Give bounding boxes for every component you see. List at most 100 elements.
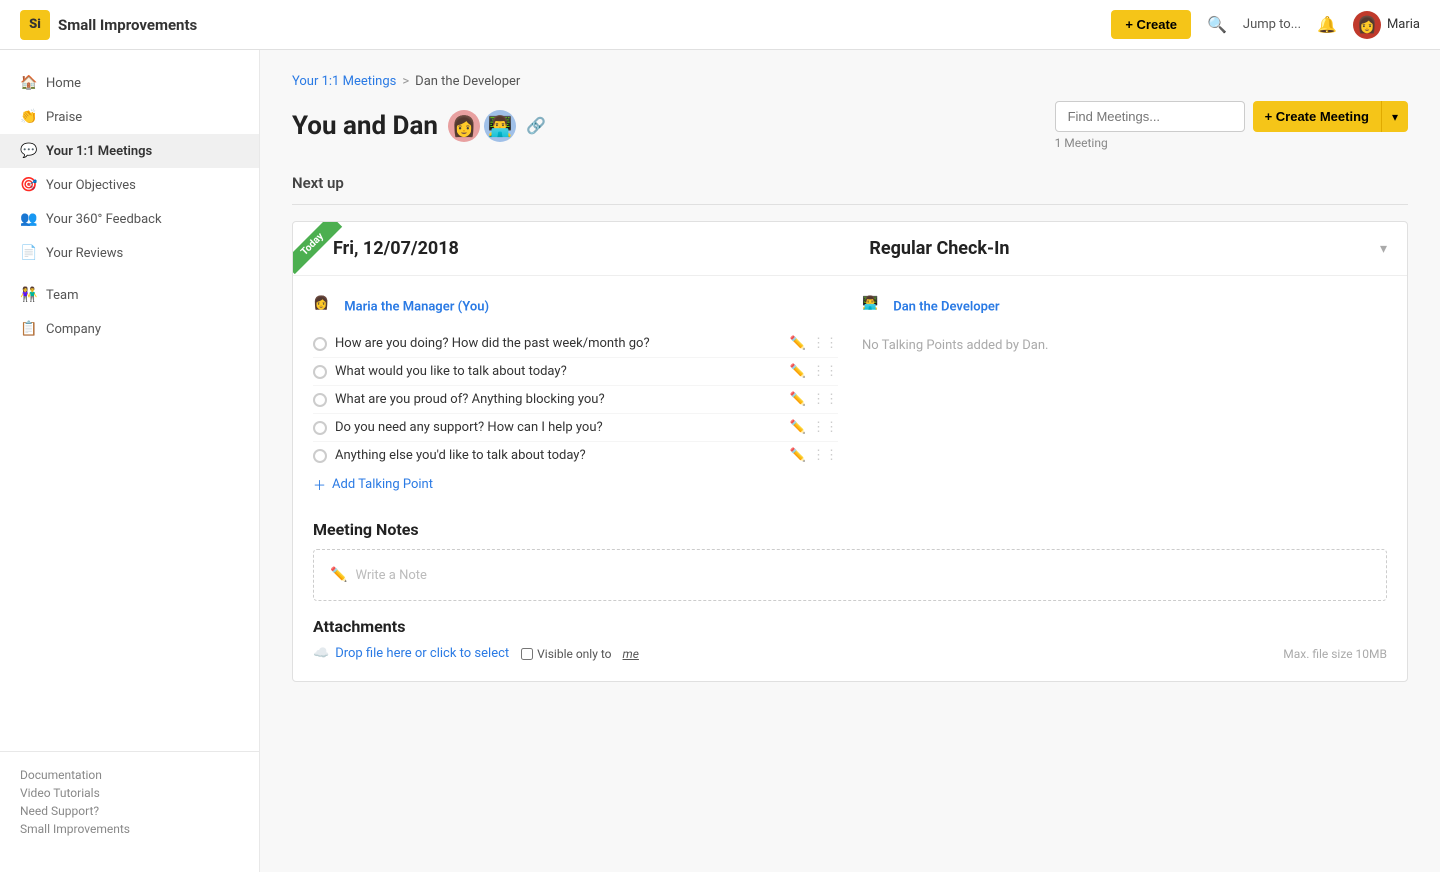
tp-checkbox-5[interactable] — [313, 449, 327, 463]
user-menu[interactable]: 👩 Maria — [1353, 11, 1420, 39]
tp-edit-5[interactable]: ✏️ — [790, 448, 806, 463]
meeting-notes-section: Meeting Notes ✏️ Write a Note — [313, 520, 1387, 601]
tp-checkbox-1[interactable] — [313, 337, 327, 351]
sidebar-item-praise[interactable]: 👏 Praise — [0, 100, 259, 134]
tp-avatar-dan: 👨‍💻 — [862, 296, 884, 318]
tp-actions-2: ✏️ ⋮⋮ — [790, 364, 838, 379]
meeting-count: 1 Meeting — [1055, 136, 1108, 150]
tp-col-right: 👨‍💻 Dan the Developer No Talking Points … — [862, 296, 1387, 500]
sidebar-item-team[interactable]: 👫 Team — [0, 278, 259, 312]
feedback-icon: 👥 — [20, 211, 36, 227]
app-name: Small Improvements — [58, 16, 197, 34]
notifications-icon[interactable]: 🔔 — [1317, 15, 1337, 34]
tp-edit-3[interactable]: ✏️ — [790, 392, 806, 407]
file-size-info: Max. file size 10MB — [1283, 647, 1387, 661]
sidebar-footer: Documentation Video Tutorials Need Suppo… — [0, 751, 259, 856]
sidebar-nav: 🏠 Home 👏 Praise 💬 Your 1:1 Meetings 🎯 Yo… — [0, 66, 259, 751]
logo-icon: Si — [20, 10, 50, 40]
breadcrumb-parent[interactable]: Your 1:1 Meetings — [292, 74, 396, 89]
meeting-chevron[interactable]: ▾ — [1380, 241, 1387, 257]
upload-icon: ☁️ — [313, 646, 329, 661]
footer-documentation[interactable]: Documentation — [20, 768, 239, 782]
search-icon[interactable]: 🔍 — [1207, 15, 1227, 34]
tp-actions-5: ✏️ ⋮⋮ — [790, 448, 838, 463]
tp-drag-1[interactable]: ⋮⋮ — [812, 336, 838, 351]
today-label: Today — [293, 222, 342, 274]
meeting-type: Regular Check-In — [869, 238, 1009, 259]
tp-edit-2[interactable]: ✏️ — [790, 364, 806, 379]
create-button[interactable]: + Create — [1111, 10, 1191, 39]
tp-drag-4[interactable]: ⋮⋮ — [812, 420, 838, 435]
company-icon: 📋 — [20, 321, 36, 337]
create-meeting-button-group: + Create Meeting ▾ — [1253, 101, 1408, 132]
tp-text-5: Anything else you'd like to talk about t… — [335, 448, 782, 463]
sidebar-item-company[interactable]: 📋 Company — [0, 312, 259, 346]
section-next-up: Next up — [292, 174, 1408, 192]
meeting-card: Today Fri, 12/07/2018 Regular Check-In ▾… — [292, 221, 1408, 682]
tp-checkbox-4[interactable] — [313, 421, 327, 435]
notes-input-area[interactable]: ✏️ Write a Note — [313, 549, 1387, 601]
team-icon: 👫 — [20, 287, 36, 303]
footer-video-tutorials[interactable]: Video Tutorials — [20, 786, 239, 800]
tp-item-4: Do you need any support? How can I help … — [313, 414, 838, 442]
tp-drag-3[interactable]: ⋮⋮ — [812, 392, 838, 407]
tp-actions-1: ✏️ ⋮⋮ — [790, 336, 838, 351]
find-meetings-input[interactable] — [1055, 101, 1245, 132]
sidebar-item-feedback[interactable]: 👥 Your 360° Feedback — [0, 202, 259, 236]
header-right: + Create Meeting ▾ 1 Meeting — [1055, 101, 1408, 150]
visible-only-label: Visible only to me — [521, 647, 639, 661]
title-avatars: 👩 👨‍💻 — [448, 110, 516, 142]
main-content: Your 1:1 Meetings > Dan the Developer Yo… — [260, 50, 1440, 872]
visible-only-checkbox[interactable] — [521, 648, 533, 660]
tp-col-right-title[interactable]: 👨‍💻 Dan the Developer — [862, 296, 1387, 318]
sidebar-item-home[interactable]: 🏠 Home — [0, 66, 259, 100]
tp-actions-4: ✏️ ⋮⋮ — [790, 420, 838, 435]
tp-drag-2[interactable]: ⋮⋮ — [812, 364, 838, 379]
breadcrumb-separator: > — [402, 74, 409, 89]
create-meeting-button[interactable]: + Create Meeting — [1253, 101, 1382, 132]
tp-item-1: How are you doing? How did the past week… — [313, 330, 838, 358]
meeting-notes-title: Meeting Notes — [313, 520, 1387, 539]
tp-item-5: Anything else you'd like to talk about t… — [313, 442, 838, 469]
tp-checkbox-3[interactable] — [313, 393, 327, 407]
avatar-dan: 👨‍💻 — [484, 110, 516, 142]
footer-small-improvements[interactable]: Small Improvements — [20, 822, 239, 836]
tp-drag-5[interactable]: ⋮⋮ — [812, 448, 838, 463]
tp-avatar-maria: 👩 — [313, 296, 335, 318]
meeting-card-header: Today Fri, 12/07/2018 Regular Check-In ▾ — [293, 222, 1407, 276]
tp-col-left-title[interactable]: 👩 Maria the Manager (You) — [313, 296, 838, 318]
sidebar-item-reviews[interactable]: 📄 Your Reviews — [0, 236, 259, 270]
notes-pencil-icon: ✏️ — [330, 567, 347, 583]
add-talking-point[interactable]: ＋ Add Talking Point — [313, 469, 838, 500]
add-tp-plus: ＋ — [313, 475, 326, 494]
tp-text-4: Do you need any support? How can I help … — [335, 420, 782, 435]
user-name: Maria — [1387, 17, 1420, 32]
tp-item-3: What are you proud of? Anything blocking… — [313, 386, 838, 414]
footer-support[interactable]: Need Support? — [20, 804, 239, 818]
user-avatar: 👩 — [1353, 11, 1381, 39]
no-talking-points: No Talking Points added by Dan. — [862, 330, 1387, 361]
attachments-section: Attachments ☁️ Drop file here or click t… — [313, 617, 1387, 661]
breadcrumb: Your 1:1 Meetings > Dan the Developer — [292, 74, 1408, 89]
page-header: You and Dan 👩 👨‍💻 🔗 + Create Meeting ▾ 1… — [292, 101, 1408, 150]
sidebar-item-objectives[interactable]: 🎯 Your Objectives — [0, 168, 259, 202]
today-ribbon: Today — [293, 222, 353, 282]
tp-edit-4[interactable]: ✏️ — [790, 420, 806, 435]
drop-file-link[interactable]: ☁️ Drop file here or click to select — [313, 646, 509, 661]
attachments-drop-area: ☁️ Drop file here or click to select Vis… — [313, 646, 1387, 661]
tp-items-left: How are you doing? How did the past week… — [313, 330, 838, 469]
talking-points-grid: 👩 Maria the Manager (You) How are you do… — [313, 296, 1387, 500]
app-logo[interactable]: Si Small Improvements — [20, 10, 197, 40]
notes-placeholder: Write a Note — [355, 568, 426, 583]
tp-checkbox-2[interactable] — [313, 365, 327, 379]
link-icon[interactable]: 🔗 — [526, 116, 546, 135]
attachments-title: Attachments — [313, 617, 1387, 636]
topnav-actions: + Create 🔍 Jump to... 🔔 👩 Maria — [1111, 10, 1420, 39]
tp-edit-1[interactable]: ✏️ — [790, 336, 806, 351]
sidebar-item-meetings[interactable]: 💬 Your 1:1 Meetings — [0, 134, 259, 168]
create-meeting-dropdown[interactable]: ▾ — [1382, 101, 1408, 132]
jump-to-label[interactable]: Jump to... — [1243, 17, 1301, 32]
reviews-icon: 📄 — [20, 245, 36, 261]
find-meetings-row: + Create Meeting ▾ — [1055, 101, 1408, 132]
visible-me: me — [623, 647, 639, 661]
